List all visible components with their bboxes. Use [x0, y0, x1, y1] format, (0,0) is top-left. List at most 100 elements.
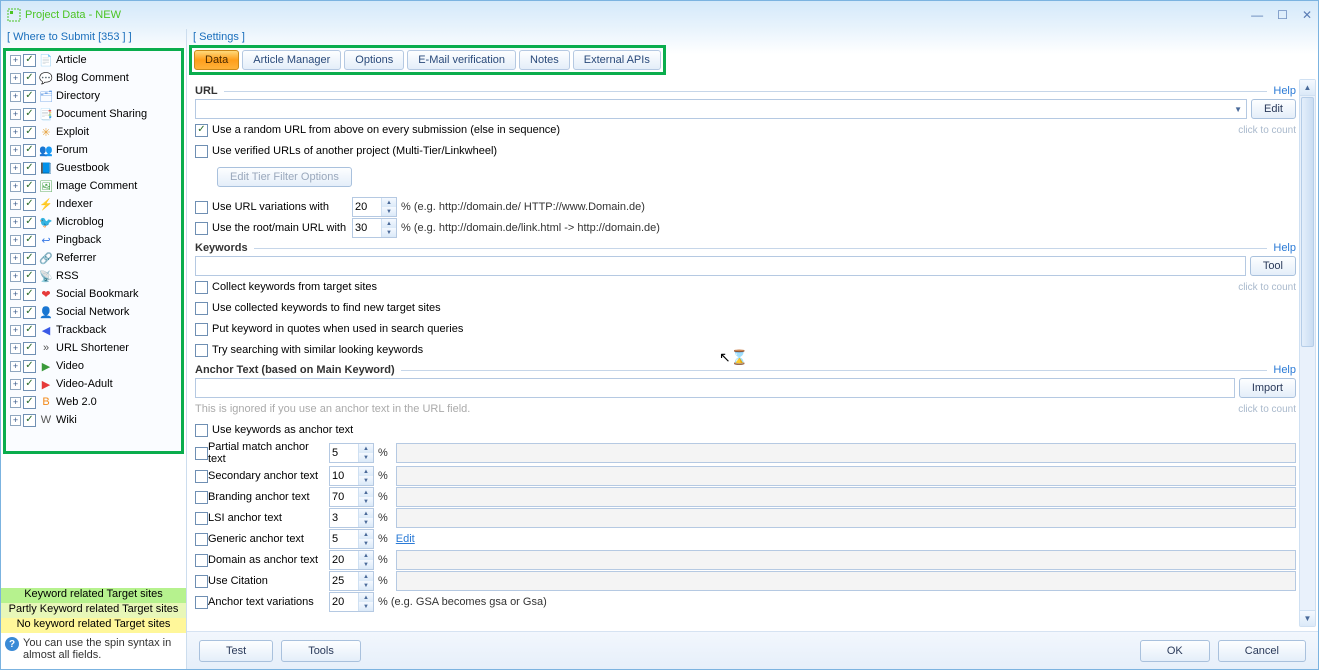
tree-checkbox[interactable]: [23, 306, 36, 319]
anchor-checkbox[interactable]: [195, 491, 208, 504]
tree-checkbox[interactable]: [23, 108, 36, 121]
anchor-spinner[interactable]: ▲▼: [329, 508, 374, 528]
anchor-checkbox[interactable]: [195, 447, 208, 460]
tab-data[interactable]: Data: [194, 50, 239, 70]
scroll-down-button[interactable]: ▼: [1300, 610, 1315, 626]
anchor-input[interactable]: [195, 378, 1235, 398]
url-combobox[interactable]: ▼: [195, 99, 1247, 119]
tree-checkbox[interactable]: [23, 342, 36, 355]
root-url-spinner[interactable]: ▲▼: [352, 218, 397, 238]
anchor-checkbox[interactable]: [195, 512, 208, 525]
verified-url-checkbox[interactable]: [195, 145, 208, 158]
tree-node-article[interactable]: +📄Article: [6, 51, 181, 69]
tree-node-microblog[interactable]: +🐦Microblog: [6, 213, 181, 231]
url-click-to-count[interactable]: click to count: [1238, 125, 1296, 136]
tree-node-trackback[interactable]: +◀Trackback: [6, 321, 181, 339]
random-url-checkbox[interactable]: [195, 124, 208, 137]
tree-checkbox[interactable]: [23, 360, 36, 373]
tree-node-indexer[interactable]: +⚡Indexer: [6, 195, 181, 213]
anchor-checkbox[interactable]: [195, 575, 208, 588]
expand-icon[interactable]: +: [10, 325, 21, 336]
url-edit-button[interactable]: Edit: [1251, 99, 1296, 119]
keywords-input[interactable]: [195, 256, 1246, 276]
tree-node-web-2-0[interactable]: +BWeb 2.0: [6, 393, 181, 411]
anchor-click-to-count[interactable]: click to count: [1238, 404, 1296, 415]
quote-kw-checkbox[interactable]: [195, 323, 208, 336]
anchor-spinner[interactable]: ▲▼: [329, 529, 374, 549]
tree-checkbox[interactable]: [23, 144, 36, 157]
tree-node-pingback[interactable]: +↩Pingback: [6, 231, 181, 249]
use-kw-anchor-checkbox[interactable]: [195, 424, 208, 437]
tree-node-url-shortener[interactable]: +»URL Shortener: [6, 339, 181, 357]
anchor-value-input[interactable]: [396, 487, 1296, 507]
expand-icon[interactable]: +: [10, 397, 21, 408]
tree-checkbox[interactable]: [23, 90, 36, 103]
tree-checkbox[interactable]: [23, 270, 36, 283]
expand-icon[interactable]: +: [10, 91, 21, 102]
anchor-spinner[interactable]: ▲▼: [329, 443, 374, 463]
tree-node-blog-comment[interactable]: +💬Blog Comment: [6, 69, 181, 87]
expand-icon[interactable]: +: [10, 163, 21, 174]
anchor-spinner[interactable]: ▲▼: [329, 487, 374, 507]
scroll-thumb[interactable]: [1301, 97, 1314, 347]
tree-node-exploit[interactable]: +✳Exploit: [6, 123, 181, 141]
anchor-value-input[interactable]: [396, 466, 1296, 486]
tree-checkbox[interactable]: [23, 396, 36, 409]
submit-tree[interactable]: +📄Article+💬Blog Comment+🗂Directory+📑Docu…: [6, 51, 181, 451]
anchor-value-input[interactable]: [396, 550, 1296, 570]
anchor-edit-link[interactable]: Edit: [396, 533, 415, 545]
tree-node-forum[interactable]: +👥Forum: [6, 141, 181, 159]
minimize-button[interactable]: —: [1251, 8, 1263, 22]
tree-checkbox[interactable]: [23, 414, 36, 427]
tree-checkbox[interactable]: [23, 72, 36, 85]
tree-checkbox[interactable]: [23, 234, 36, 247]
expand-icon[interactable]: +: [10, 415, 21, 426]
tools-button[interactable]: Tools: [281, 640, 361, 662]
expand-icon[interactable]: +: [10, 271, 21, 282]
tree-node-referrer[interactable]: +🔗Referrer: [6, 249, 181, 267]
keywords-help-link[interactable]: Help: [1273, 242, 1296, 254]
tab-e-mail-verification[interactable]: E-Mail verification: [407, 50, 516, 70]
tab-options[interactable]: Options: [344, 50, 404, 70]
tree-node-directory[interactable]: +🗂Directory: [6, 87, 181, 105]
use-collected-kw-checkbox[interactable]: [195, 302, 208, 315]
tree-node-guestbook[interactable]: +📘Guestbook: [6, 159, 181, 177]
expand-icon[interactable]: +: [10, 199, 21, 210]
tab-article-manager[interactable]: Article Manager: [242, 50, 341, 70]
kw-click-to-count[interactable]: click to count: [1238, 282, 1296, 293]
expand-icon[interactable]: +: [10, 379, 21, 390]
expand-icon[interactable]: +: [10, 343, 21, 354]
tree-checkbox[interactable]: [23, 126, 36, 139]
tree-checkbox[interactable]: [23, 54, 36, 67]
close-button[interactable]: ✕: [1302, 8, 1312, 22]
tree-node-video-adult[interactable]: +▶Video-Adult: [6, 375, 181, 393]
tree-checkbox[interactable]: [23, 378, 36, 391]
tree-node-social-network[interactable]: +👤Social Network: [6, 303, 181, 321]
anchor-value-input[interactable]: [396, 508, 1296, 528]
tree-node-social-bookmark[interactable]: +❤Social Bookmark: [6, 285, 181, 303]
tier-filter-button[interactable]: Edit Tier Filter Options: [217, 167, 352, 187]
tab-external-apis[interactable]: External APIs: [573, 50, 661, 70]
url-variations-spinner[interactable]: ▲▼: [352, 197, 397, 217]
anchor-help-link[interactable]: Help: [1273, 364, 1296, 376]
url-help-link[interactable]: Help: [1273, 85, 1296, 97]
maximize-button[interactable]: ☐: [1277, 8, 1288, 22]
similar-kw-checkbox[interactable]: [195, 344, 208, 357]
anchor-import-button[interactable]: Import: [1239, 378, 1296, 398]
anchor-checkbox[interactable]: [195, 533, 208, 546]
keywords-tool-button[interactable]: Tool: [1250, 256, 1296, 276]
tree-node-image-comment[interactable]: +🖼Image Comment: [6, 177, 181, 195]
anchor-value-input[interactable]: [396, 443, 1296, 463]
expand-icon[interactable]: +: [10, 361, 21, 372]
expand-icon[interactable]: +: [10, 307, 21, 318]
tree-checkbox[interactable]: [23, 180, 36, 193]
tree-checkbox[interactable]: [23, 162, 36, 175]
scrollbar[interactable]: ▲ ▼: [1299, 79, 1316, 627]
url-variations-checkbox[interactable]: [195, 201, 208, 214]
anchor-checkbox[interactable]: [195, 554, 208, 567]
test-button[interactable]: Test: [199, 640, 273, 662]
expand-icon[interactable]: +: [10, 289, 21, 300]
tree-checkbox[interactable]: [23, 252, 36, 265]
expand-icon[interactable]: +: [10, 181, 21, 192]
expand-icon[interactable]: +: [10, 55, 21, 66]
